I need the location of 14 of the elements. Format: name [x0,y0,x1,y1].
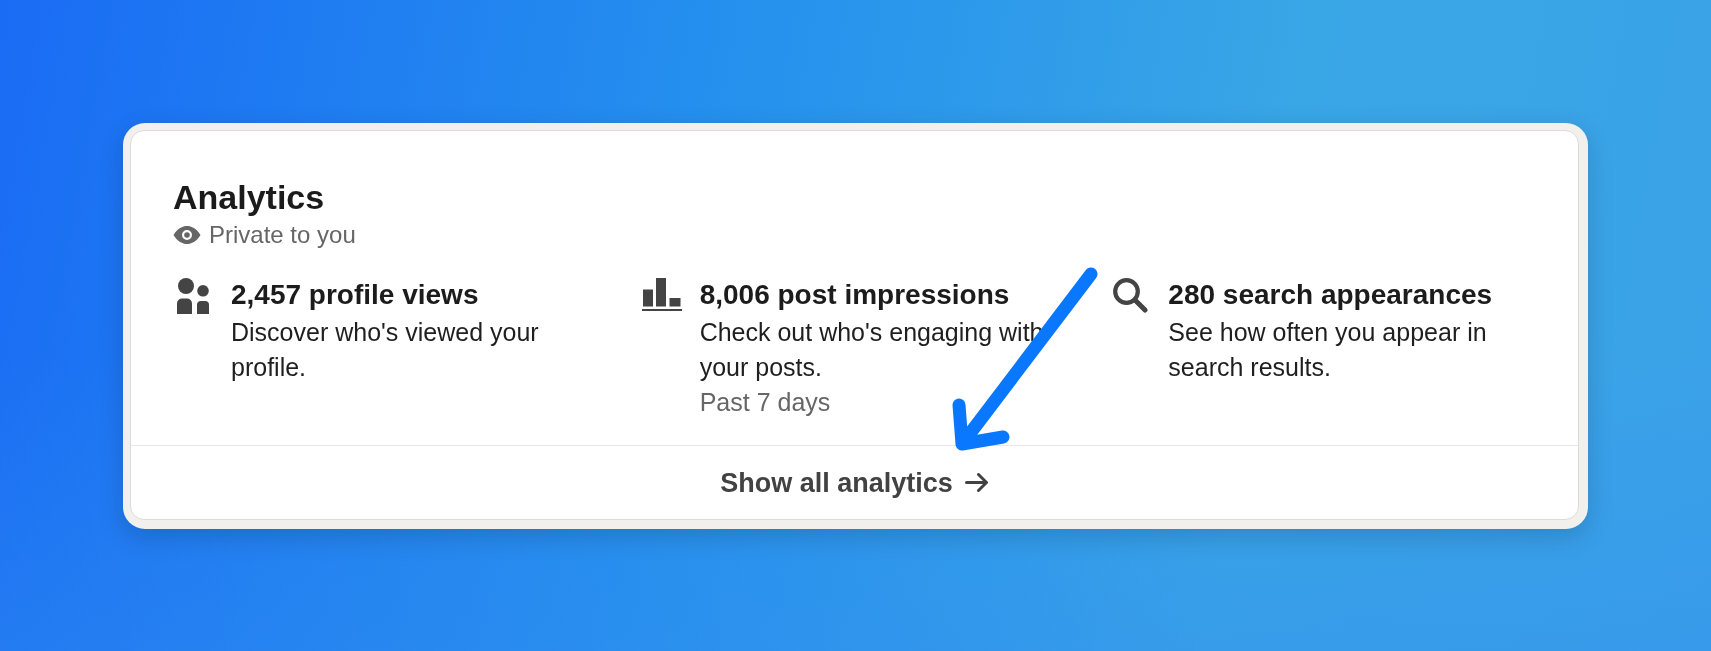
visibility-label: Private to you [209,220,356,250]
eye-icon [173,226,201,244]
show-all-analytics-button[interactable]: Show all analytics [710,464,999,501]
bar-chart-icon [641,278,682,311]
time-period-label: Past 7 days [699,387,832,418]
card-title: Analytics [173,177,326,217]
stat-headline[interactable]: 280 search appearances [1168,278,1536,312]
stat-headline[interactable]: 8,006 post impressions [699,278,1068,312]
stat-headline[interactable]: 2,457 profile views [231,278,599,312]
stat-description: Discover who's viewed your profile. [231,317,540,383]
arrow-right-icon [964,473,989,492]
search-icon [1112,278,1148,313]
people-icon [177,278,209,314]
stat-description: See how often you appear in search results. [1168,317,1488,383]
